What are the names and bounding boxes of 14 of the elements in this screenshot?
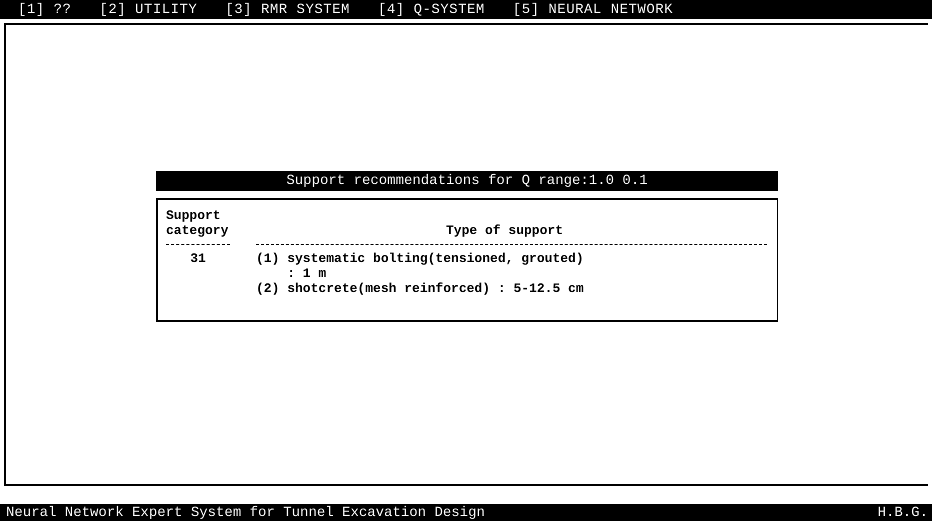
status-title: Neural Network Expert System for Tunnel Excavation Design: [6, 504, 485, 520]
category-number: 31: [189, 251, 207, 268]
menu-item[interactable]: [5] NEURAL NETWORK: [512, 2, 674, 18]
column-header: Type of support: [444, 223, 564, 238]
support-line: (2) shotcrete(mesh reinforced) : 5-12.5 cm: [256, 281, 584, 296]
menu-item[interactable]: [4] Q-SYSTEM: [378, 2, 485, 18]
status-author: H.B.G.: [878, 504, 928, 520]
column-header: Support category: [166, 208, 230, 238]
menu-item[interactable]: [1] ??: [18, 2, 72, 18]
dialog-title: Support recommendations for Q range:1.0 0.1: [156, 171, 778, 191]
support-line: : 1 m: [286, 266, 328, 281]
support-line: (1) systematic bolting(tensioned, grouted): [256, 251, 584, 266]
menu-item[interactable]: [3] RMR SYSTEM: [225, 2, 350, 18]
menu-item[interactable]: [2] UTILITY: [99, 2, 198, 18]
